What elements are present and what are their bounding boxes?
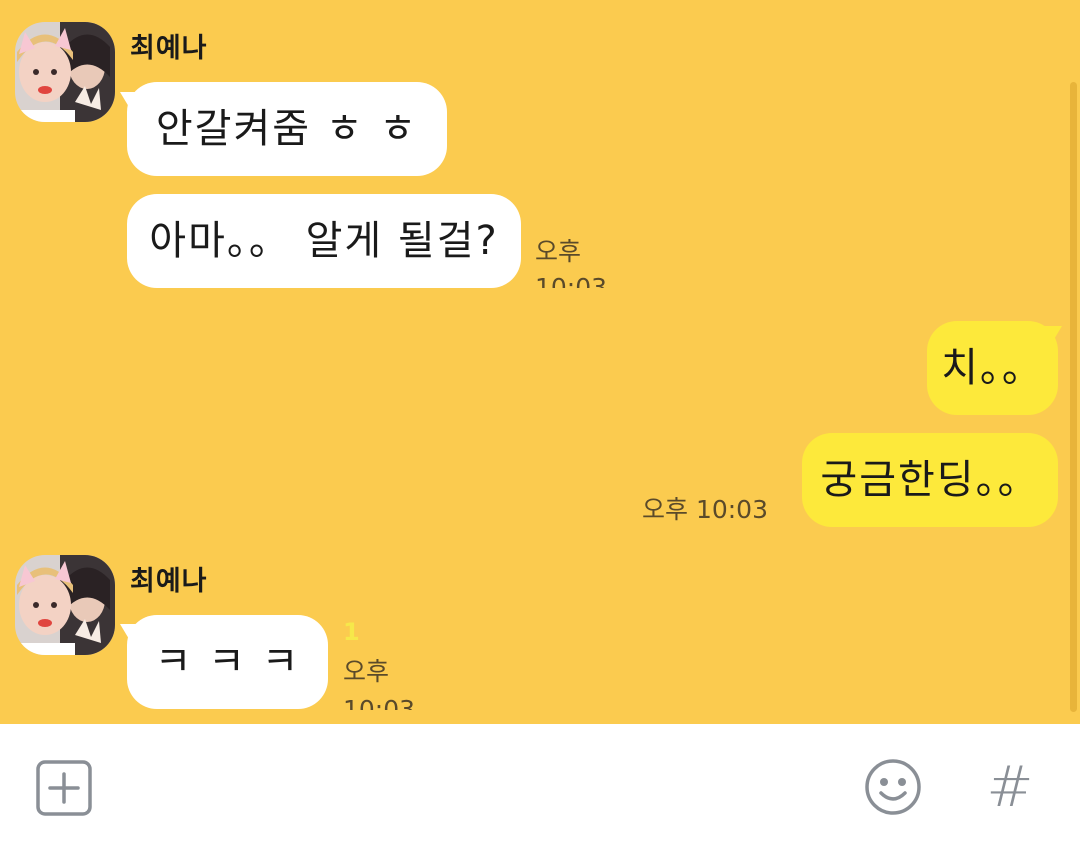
message-bubble[interactable]: 치。。 (927, 321, 1058, 415)
message-bubble[interactable]: 아마。。 알게 될걸? (127, 194, 521, 288)
message-timestamp: 오후 10:03 (642, 495, 768, 524)
message-bubble[interactable]: 궁금한딩。。 (802, 433, 1058, 527)
timestamp-clock: 10:03 (343, 695, 416, 710)
message-bubble[interactable]: ㅋ ㅋ ㅋ (127, 615, 328, 709)
message-bubble[interactable]: 안갈켜줌 ㅎ ㅎ (127, 82, 447, 176)
avatar[interactable] (15, 22, 115, 122)
scrollbar[interactable] (1070, 82, 1077, 712)
plus-square-icon[interactable] (34, 758, 94, 818)
smiley-icon[interactable] (862, 756, 924, 818)
message-input-bar: # (0, 724, 1080, 850)
hash-icon[interactable]: # (978, 758, 1042, 818)
unread-count: 1 (343, 618, 360, 646)
message-timestamp: 오후 10:03 (535, 232, 635, 288)
message-timestamp: 오후 10:03 (343, 652, 443, 710)
profile-photo (15, 555, 115, 655)
profile-photo (15, 22, 115, 122)
avatar[interactable] (15, 555, 115, 655)
sender-name: 최예나 (130, 33, 208, 64)
timestamp-ampm: 오후 (535, 237, 582, 266)
sender-name: 최예나 (130, 566, 208, 597)
chat-area[interactable]: 최예나 안갈켜줌 ㅎ ㅎ 아마。。 알게 될걸? 오후 10:03 치。。 오후… (0, 0, 1080, 724)
timestamp-ampm: 오후 (343, 657, 390, 686)
timestamp-clock: 10:03 (535, 273, 608, 288)
